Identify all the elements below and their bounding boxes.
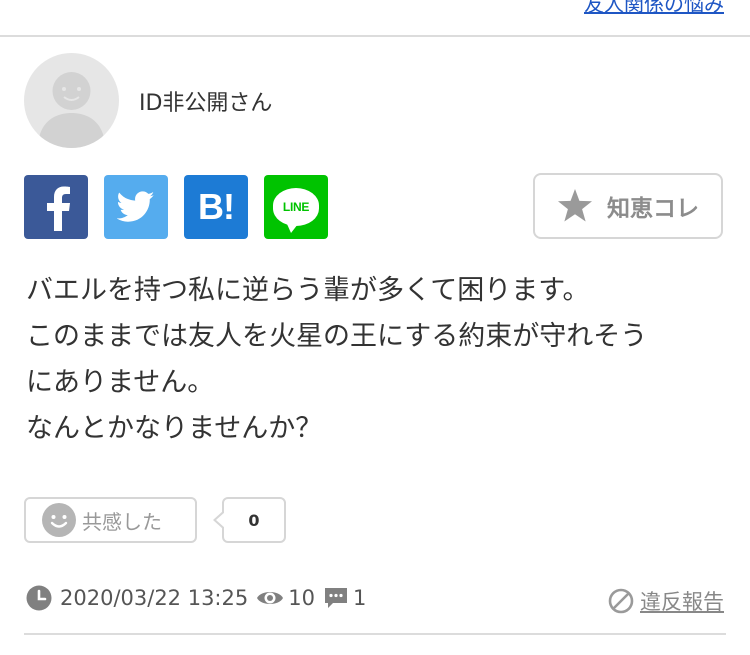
twitter-share-button[interactable] <box>104 175 168 239</box>
author-block: ID非公開さん <box>24 53 272 148</box>
question-line: にありません。 <box>26 367 215 398</box>
hatena-bookmark-share-button[interactable]: B! <box>184 175 248 239</box>
report-link[interactable]: 違反報告 <box>608 586 724 616</box>
chie-kore-label: 知恵コレ <box>607 196 699 222</box>
category-link[interactable]: 友人関係の悩み <box>584 0 724 17</box>
star-icon <box>558 189 592 222</box>
author-name[interactable]: ID非公開さん <box>139 85 272 117</box>
view-count: 10 <box>288 586 315 610</box>
question-line: このままでは友人を火星の王にする約束が守れそう <box>26 321 648 352</box>
prohibited-icon <box>608 588 634 614</box>
post-date: 2020/03/22 13:25 <box>60 586 249 610</box>
chie-kore-button[interactable]: 知恵コレ <box>533 173 723 239</box>
facebook-icon <box>47 186 70 231</box>
kyokan-count: 0 <box>213 497 286 543</box>
share-buttons: B! LINE <box>24 175 344 239</box>
facebook-share-button[interactable] <box>24 175 88 239</box>
twitter-icon <box>117 191 155 222</box>
kyokan-button[interactable]: 共感した <box>24 497 197 543</box>
clock-icon <box>26 585 52 611</box>
comment-icon <box>323 586 349 610</box>
bottom-divider <box>24 633 726 635</box>
line-share-button[interactable]: LINE <box>264 175 328 239</box>
report-label: 違反報告 <box>640 590 724 614</box>
eye-icon <box>256 587 284 609</box>
question-line: なんとかなりませんか？ <box>26 413 323 444</box>
question-meta: 2020/03/22 13:25 10 1 <box>26 585 366 611</box>
top-divider <box>0 35 750 37</box>
kyokan-label: 共感した <box>82 509 162 534</box>
hatena-bookmark-icon: B! <box>198 186 235 227</box>
user-avatar-icon[interactable] <box>24 53 119 148</box>
question-body: バエルを持つ私に逆らう輩が多くて困ります。 このままでは友人を火星の王にする約束… <box>26 268 726 452</box>
question-line: バエルを持つ私に逆らう輩が多くて困ります。 <box>26 275 590 306</box>
answer-count: 1 <box>352 586 367 610</box>
line-icon: LINE <box>273 188 319 233</box>
smiley-face-icon <box>42 503 76 537</box>
